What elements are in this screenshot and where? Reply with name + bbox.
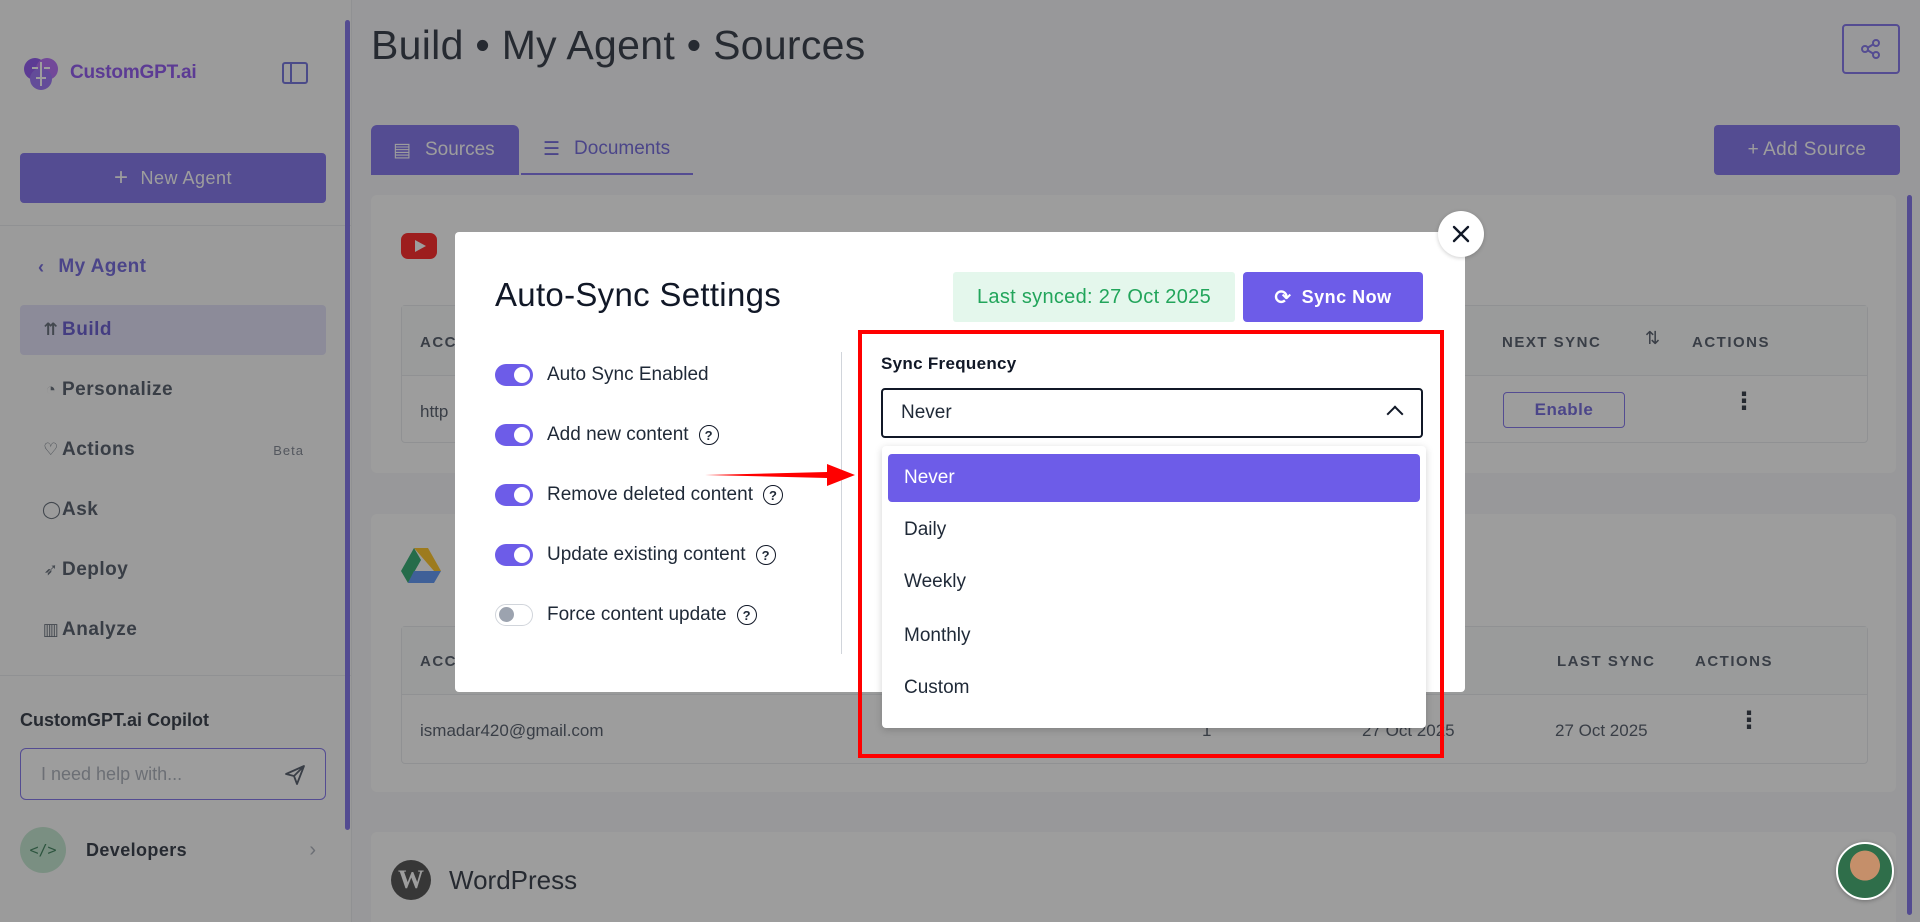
close-modal-button[interactable] bbox=[1438, 211, 1484, 257]
toggle-force-content-update[interactable]: Force content update ? bbox=[495, 604, 757, 626]
help-icon[interactable]: ? bbox=[755, 545, 776, 565]
toggle-label: Force content update bbox=[547, 604, 727, 625]
sync-now-label: Sync Now bbox=[1301, 286, 1392, 307]
chat-avatar-button[interactable] bbox=[1836, 842, 1894, 900]
divider bbox=[841, 352, 842, 654]
modal-title: Auto-Sync Settings bbox=[495, 276, 782, 313]
close-icon bbox=[1452, 225, 1470, 243]
help-icon[interactable]: ? bbox=[762, 485, 783, 505]
toggle-label: Auto Sync Enabled bbox=[547, 364, 709, 385]
toggle-switch[interactable] bbox=[495, 604, 533, 626]
annotation-highlight-box bbox=[858, 330, 1444, 758]
toggle-add-new-content[interactable]: Add new content ? bbox=[495, 424, 719, 446]
help-icon[interactable]: ? bbox=[736, 605, 757, 625]
toggle-switch[interactable] bbox=[495, 424, 533, 446]
toggle-label: Add new content bbox=[547, 424, 689, 445]
toggle-auto-sync-enabled[interactable]: Auto Sync Enabled bbox=[495, 364, 709, 386]
annotation-arrow-icon bbox=[705, 464, 855, 486]
last-synced-badge: Last synced: 27 Oct 2025 bbox=[953, 272, 1235, 322]
help-icon[interactable]: ? bbox=[698, 425, 719, 445]
refresh-icon: ⟳ bbox=[1274, 286, 1292, 309]
toggle-label: Update existing content bbox=[547, 544, 746, 565]
sync-now-button[interactable]: ⟳ Sync Now bbox=[1243, 272, 1423, 322]
toggle-switch[interactable] bbox=[495, 484, 533, 506]
toggle-switch[interactable] bbox=[495, 544, 533, 566]
toggle-switch[interactable] bbox=[495, 364, 533, 386]
toggle-update-existing-content[interactable]: Update existing content ? bbox=[495, 544, 776, 566]
